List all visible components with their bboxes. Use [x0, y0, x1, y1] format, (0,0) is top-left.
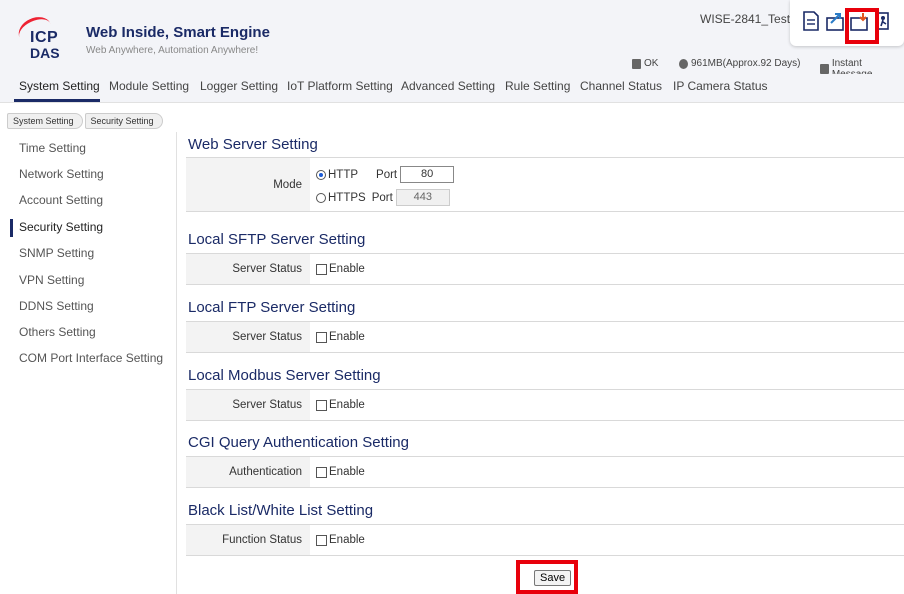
message-icon [820, 64, 829, 74]
status-ok-text: OK [644, 58, 659, 69]
status-storage: 961MB(Approx.92 Days) [679, 58, 801, 69]
ftp-enable-option[interactable]: Enable [316, 322, 365, 352]
sftp-status-row: Server Status Enable [186, 253, 904, 285]
http-option: HTTP Port 80 [316, 166, 455, 183]
status-storage-text: 961MB(Approx.92 Days) [691, 58, 801, 69]
section-title-modbus: Local Modbus Server Setting [188, 367, 381, 384]
http-port-input[interactable]: 80 [400, 166, 455, 183]
http-radio[interactable] [316, 169, 326, 180]
nav-iot-platform-setting[interactable]: IoT Platform Setting [287, 79, 393, 93]
logo-text-bottom: DAS [30, 45, 60, 61]
modbus-enable-label: Enable [329, 399, 365, 411]
nav-ip-camera-status[interactable]: IP Camera Status [673, 79, 768, 93]
sftp-enable-checkbox[interactable] [316, 263, 327, 275]
cgi-auth-enable-option[interactable]: Enable [316, 457, 365, 487]
nav-system-setting[interactable]: System Setting [19, 79, 100, 93]
sftp-enable-label: Enable [329, 263, 365, 275]
sidebar-item-vpn[interactable]: VPN Setting [19, 273, 84, 287]
black-white-list-row: Function Status Enable [186, 524, 904, 556]
sd-card-icon [632, 58, 641, 69]
breadcrumb-security-setting[interactable]: Security Setting [84, 113, 163, 129]
sidebar-item-time[interactable]: Time Setting [19, 141, 86, 155]
nav-module-setting[interactable]: Module Setting [109, 79, 189, 93]
modbus-status-label: Server Status [186, 390, 310, 420]
https-port-label: Port [371, 191, 393, 204]
ftp-status-label: Server Status [186, 322, 310, 352]
modbus-enable-checkbox[interactable] [316, 399, 327, 411]
sidebar-item-com-port[interactable]: COM Port Interface Setting [19, 351, 163, 365]
cgi-auth-enable-checkbox[interactable] [316, 466, 327, 478]
https-radio[interactable] [316, 192, 326, 203]
cgi-auth-row: Authentication Enable [186, 456, 904, 488]
mode-label: Mode [186, 158, 310, 211]
brand-subtitle: Web Anywhere, Automation Anywhere! [86, 45, 259, 56]
sidebar-item-network[interactable]: Network Setting [19, 167, 104, 181]
save-button[interactable]: Save [534, 570, 572, 586]
sidebar-item-snmp[interactable]: SNMP Setting [19, 246, 94, 260]
ftp-status-row: Server Status Enable [186, 321, 904, 353]
black-white-list-enable-option[interactable]: Enable [316, 525, 365, 555]
http-label: HTTP [328, 168, 359, 181]
storage-icon [679, 58, 688, 69]
sidebar-active-indicator [10, 219, 13, 237]
http-port-label: Port [376, 168, 398, 181]
black-white-list-enable-checkbox[interactable] [316, 534, 327, 546]
section-title-black-white-list: Black List/White List Setting [188, 502, 374, 519]
sidebar-item-security[interactable]: Security Setting [19, 220, 103, 234]
nav-rule-setting[interactable]: Rule Setting [505, 79, 570, 93]
section-title-sftp: Local SFTP Server Setting [188, 231, 366, 248]
status-ok: OK [632, 58, 658, 69]
cgi-auth-enable-label: Enable [329, 466, 365, 478]
upload-icon[interactable] [826, 11, 844, 31]
https-label: HTTPS [328, 191, 366, 204]
https-port-input: 443 [395, 189, 450, 206]
nav-logger-setting[interactable]: Logger Setting [200, 79, 278, 93]
breadcrumb: System Setting Security Setting [7, 113, 163, 129]
https-option: HTTPS Port 443 [316, 189, 450, 206]
breadcrumb-system-setting[interactable]: System Setting [7, 113, 83, 129]
black-white-list-label: Function Status [186, 525, 310, 555]
nav-advanced-setting[interactable]: Advanced Setting [401, 79, 495, 93]
section-title-cgi-query: CGI Query Authentication Setting [188, 434, 409, 451]
company-logo: ICP DAS [14, 11, 72, 62]
sidebar-item-account[interactable]: Account Setting [19, 193, 103, 207]
top-nav: System Setting Module Setting Logger Set… [0, 74, 904, 103]
sftp-status-label: Server Status [186, 254, 310, 284]
nav-active-indicator [14, 99, 100, 102]
nav-channel-status[interactable]: Channel Status [580, 79, 662, 93]
sidebar-item-others[interactable]: Others Setting [19, 325, 96, 339]
section-title-web-server: Web Server Setting [188, 136, 318, 153]
black-white-list-enable-label: Enable [329, 534, 365, 546]
ftp-enable-checkbox[interactable] [316, 331, 327, 343]
brand-title: Web Inside, Smart Engine [86, 24, 270, 41]
sftp-enable-option[interactable]: Enable [316, 254, 365, 284]
highlight-box-toolbar [845, 8, 879, 44]
web-server-mode-row: Mode HTTP Port 80 HTTPS Port 443 [186, 157, 904, 212]
document-icon[interactable] [802, 11, 820, 31]
modbus-status-row: Server Status Enable [186, 389, 904, 421]
cgi-auth-label: Authentication [186, 457, 310, 487]
ftp-enable-label: Enable [329, 331, 365, 343]
sidebar-item-ddns[interactable]: DDNS Setting [19, 299, 94, 313]
section-title-ftp: Local FTP Server Setting [188, 299, 356, 316]
device-name: WISE-2841_Test [700, 12, 791, 26]
modbus-enable-option[interactable]: Enable [316, 390, 365, 420]
header: ICP DAS Web Inside, Smart Engine Web Any… [0, 0, 904, 80]
